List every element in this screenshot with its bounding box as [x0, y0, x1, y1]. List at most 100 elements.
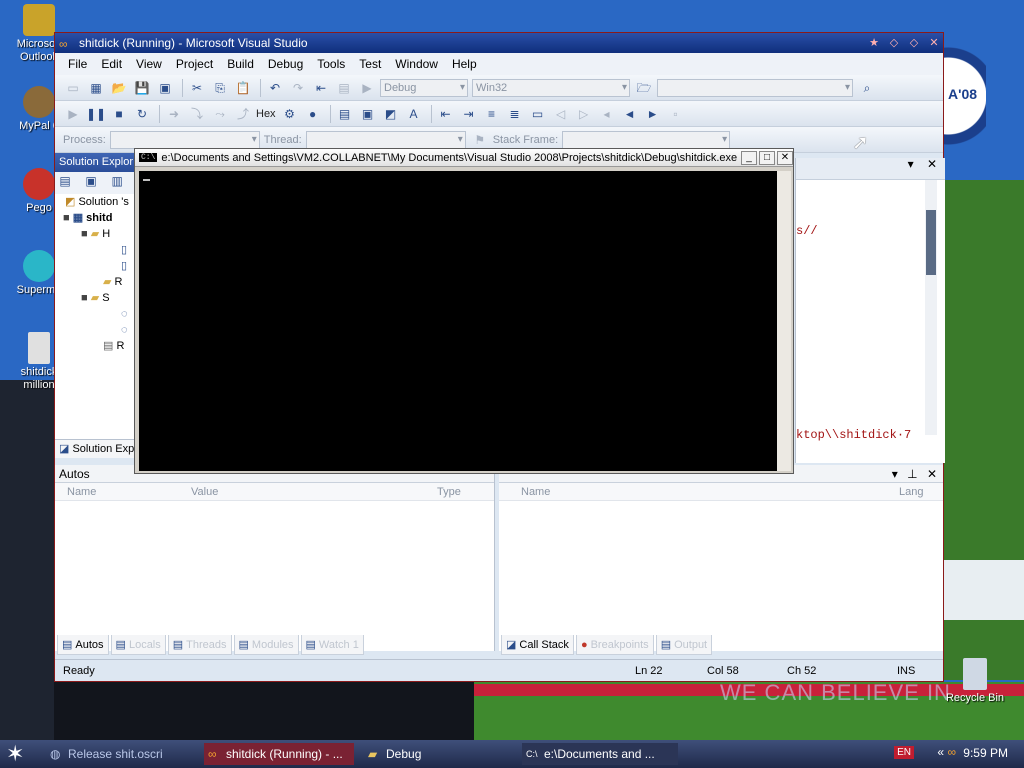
column-value[interactable]: Value: [191, 483, 437, 500]
clear-bookmarks-icon[interactable]: ▫: [666, 105, 686, 123]
quick-info-icon[interactable]: ◩: [381, 105, 401, 123]
prev-bookmark-folder-icon[interactable]: ◂: [597, 105, 617, 123]
close-button[interactable]: ✕: [777, 150, 793, 165]
menu-project[interactable]: Project: [169, 57, 220, 71]
next-bookmark-icon[interactable]: ▷: [574, 105, 594, 123]
tab-locals[interactable]: ▤ Locals: [110, 635, 166, 655]
tab-threads[interactable]: ▤ Threads: [167, 635, 232, 655]
toggle-bookmark-icon[interactable]: ▭: [528, 105, 548, 123]
clock[interactable]: 9:59 PM: [963, 746, 1008, 760]
bookmark-icon[interactable]: ▣: [358, 105, 378, 123]
break-all-icon[interactable]: ❚❚: [86, 105, 106, 123]
solution-config-combo[interactable]: Debug: [380, 78, 468, 97]
comment-icon[interactable]: ≡: [482, 105, 502, 123]
solution-platform-combo[interactable]: Win32: [472, 78, 630, 97]
tab-watch[interactable]: ▤ Watch 1: [300, 635, 364, 655]
tree-node-resource-files[interactable]: ▰ R: [55, 274, 136, 290]
close-button[interactable]: ✕: [925, 35, 943, 51]
menu-build[interactable]: Build: [220, 57, 261, 71]
tree-node-file[interactable]: ◌: [55, 322, 136, 338]
properties-icon[interactable]: ▤: [55, 172, 75, 190]
step-out-icon[interactable]: ⤴: [233, 105, 253, 123]
tab-output[interactable]: ▤ Output: [655, 635, 713, 655]
solution-explorer-tab[interactable]: ◪ Solution Exp: [55, 439, 136, 458]
prev-bookmark-icon[interactable]: ◁: [551, 105, 571, 123]
vs-tray-icon[interactable]: ∞: [947, 745, 956, 759]
find-icon[interactable]: ▤: [334, 79, 354, 97]
text-editor-icon[interactable]: ▤: [335, 105, 355, 123]
tree-node-readme[interactable]: ▤ R: [55, 338, 136, 354]
step-into-icon[interactable]: ⤵: [187, 105, 207, 123]
menu-window[interactable]: Window: [388, 57, 445, 71]
task-console[interactable]: C:\ e:\Documents and ...: [522, 743, 678, 765]
tree-node-file[interactable]: ◌: [55, 306, 136, 322]
new-project-icon[interactable]: ▭: [63, 79, 83, 97]
start-debug-icon[interactable]: ▶: [357, 79, 377, 97]
tab-autos[interactable]: ▤ Autos: [57, 635, 109, 655]
minimize-button[interactable]: ◇: [885, 35, 903, 51]
minimize-button[interactable]: _: [741, 150, 757, 165]
process-combo[interactable]: [109, 130, 260, 149]
find-in-files-icon[interactable]: 🗁: [634, 79, 654, 97]
close-icon[interactable]: ✕: [927, 157, 937, 171]
find-combo[interactable]: [657, 78, 853, 97]
prev-bookmark-doc-icon[interactable]: ◄: [620, 105, 640, 123]
redo-icon[interactable]: ↷: [288, 79, 308, 97]
toggle-flag-icon[interactable]: ⚑: [470, 131, 490, 149]
undo-icon[interactable]: ↶: [265, 79, 285, 97]
stop-debugging-icon[interactable]: ■: [109, 105, 129, 123]
task-browser[interactable]: ◍ Release shit.oscri: [46, 743, 196, 765]
tree-node-source-files[interactable]: ■ ▰ S: [55, 290, 136, 306]
tab-modules[interactable]: ▤ Modules: [233, 635, 299, 655]
scroll-thumb[interactable]: [926, 210, 936, 275]
menu-test[interactable]: Test: [352, 57, 388, 71]
task-visual-studio[interactable]: ∞ shitdick (Running) - ...: [204, 743, 354, 765]
chevron-down-icon[interactable]: ▾: [892, 467, 898, 481]
increase-indent-icon[interactable]: ⇥: [459, 105, 479, 123]
decrease-indent-icon[interactable]: ⇤: [436, 105, 456, 123]
show-all-files-icon[interactable]: ▣: [81, 172, 101, 190]
column-name[interactable]: Name: [499, 483, 899, 500]
solution-explorer-icon[interactable]: ⌕: [857, 79, 877, 97]
breakpoints-icon[interactable]: ●: [303, 105, 323, 123]
tree-node-file[interactable]: ▯: [55, 242, 136, 258]
column-name[interactable]: Name: [55, 483, 191, 500]
menu-help[interactable]: Help: [445, 57, 484, 71]
next-bookmark-doc-icon[interactable]: ►: [643, 105, 663, 123]
tree-node-file[interactable]: ▯: [55, 258, 136, 274]
menu-debug[interactable]: Debug: [261, 57, 310, 71]
menu-file[interactable]: File: [61, 57, 94, 71]
step-over-icon[interactable]: ⤳: [210, 105, 230, 123]
navigate-icon[interactable]: ⇤: [311, 79, 331, 97]
show-next-statement-icon[interactable]: ➜: [164, 105, 184, 123]
menu-view[interactable]: View: [129, 57, 169, 71]
desktop-icon-recycle-bin[interactable]: Recycle Bin: [940, 658, 1010, 705]
cut-icon[interactable]: ✂: [187, 79, 207, 97]
restart-icon[interactable]: ↻: [132, 105, 152, 123]
refresh-icon[interactable]: ▥: [107, 172, 127, 190]
console-titlebar[interactable]: C:\ e:\Documents and Settings\VM2.COLLAB…: [135, 149, 793, 167]
editor-scrollbar[interactable]: [925, 180, 937, 435]
tray-arrow-icon[interactable]: «: [937, 745, 944, 759]
pin-icon[interactable]: ⊥: [907, 467, 917, 481]
star-icon[interactable]: ★: [865, 35, 883, 51]
copy-icon[interactable]: ⎘: [210, 79, 230, 97]
add-item-icon[interactable]: ▦: [86, 79, 106, 97]
paste-icon[interactable]: 📋: [233, 79, 253, 97]
show-threads-icon[interactable]: ⚙: [280, 105, 300, 123]
console-output[interactable]: [139, 171, 777, 471]
open-file-icon[interactable]: 📂: [109, 79, 129, 97]
uncomment-icon[interactable]: ≣: [505, 105, 525, 123]
tree-node-header-files[interactable]: ■ ▰ H: [55, 226, 136, 242]
code-editor[interactable]: s// ktop\\shitdick·7: [795, 158, 945, 463]
language-indicator[interactable]: EN: [894, 746, 914, 759]
tree-node-solution[interactable]: ◩ Solution 's: [55, 194, 136, 210]
stack-frame-combo[interactable]: [562, 130, 731, 149]
maximize-button[interactable]: □: [759, 150, 775, 165]
tree-node-project[interactable]: ■ ▦ shitd: [55, 210, 136, 226]
hex-button[interactable]: Hex: [256, 108, 276, 120]
thread-combo[interactable]: [305, 130, 466, 149]
save-all-icon[interactable]: ▣: [155, 79, 175, 97]
column-type[interactable]: Type: [437, 483, 487, 500]
start-button[interactable]: ✶: [6, 742, 24, 766]
